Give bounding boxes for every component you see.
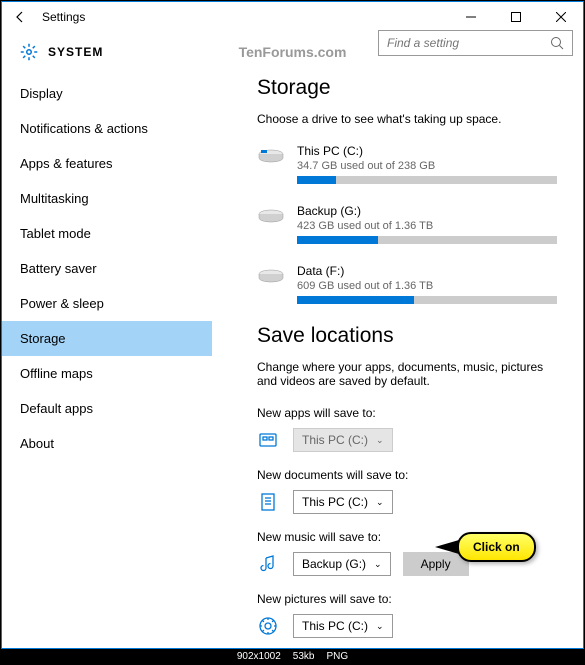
- sidebar-item-power-sleep[interactable]: Power & sleep: [2, 286, 212, 321]
- search-box[interactable]: [378, 30, 573, 56]
- dropdown-value: Backup (G:): [302, 557, 366, 571]
- chevron-down-icon: ⌄: [376, 621, 384, 632]
- apps-icon: [257, 429, 279, 451]
- drive-used: 34.7 GB used out of 238 GB: [297, 160, 563, 172]
- close-button[interactable]: [538, 2, 583, 32]
- drive-used: 609 GB used out of 1.36 TB: [297, 280, 563, 292]
- search-icon: [550, 36, 564, 50]
- sidebar-item-default-apps[interactable]: Default apps: [2, 391, 212, 426]
- save-dropdown[interactable]: This PC (C:) ⌄: [293, 490, 393, 514]
- save-desc: Change where your apps, documents, music…: [257, 360, 563, 388]
- back-button[interactable]: [10, 7, 30, 27]
- drive-row[interactable]: Data (F:) 609 GB used out of 1.36 TB: [257, 264, 563, 304]
- storage-heading: Storage: [257, 76, 563, 100]
- sidebar-item-apps-features[interactable]: Apps & features: [2, 146, 212, 181]
- chevron-down-icon: ⌄: [376, 497, 384, 508]
- save-heading: Save locations: [257, 324, 563, 348]
- footer-size: 53kb: [293, 651, 315, 662]
- music-icon: [257, 553, 279, 575]
- window-title: Settings: [42, 10, 85, 24]
- save-dropdown[interactable]: Backup (G:) ⌄: [293, 552, 391, 576]
- sidebar-item-multitasking[interactable]: Multitasking: [2, 181, 212, 216]
- save-label: New apps will save to:: [257, 406, 563, 420]
- sidebar-item-display[interactable]: Display: [2, 76, 212, 111]
- storage-desc: Choose a drive to see what's taking up s…: [257, 112, 563, 126]
- drive-used: 423 GB used out of 1.36 TB: [297, 220, 563, 232]
- sidebar-item-storage[interactable]: Storage: [2, 321, 212, 356]
- sidebar-item-about[interactable]: About: [2, 426, 212, 461]
- dropdown-value: This PC (C:): [302, 619, 368, 633]
- drive-name: Data (F:): [297, 264, 563, 278]
- maximize-button[interactable]: [493, 2, 538, 32]
- minimize-button[interactable]: [448, 2, 493, 32]
- save-label: New pictures will save to:: [257, 592, 563, 606]
- titlebar: Settings: [2, 2, 583, 32]
- docs-icon: [257, 491, 279, 513]
- watermark: TenForums.com: [239, 44, 347, 60]
- gear-icon: [20, 43, 38, 61]
- sidebar-item-offline-maps[interactable]: Offline maps: [2, 356, 212, 391]
- sidebar-item-notifications-actions[interactable]: Notifications & actions: [2, 111, 212, 146]
- pics-icon: [257, 615, 279, 637]
- drive-icon: [257, 207, 285, 225]
- drive-icon: [257, 267, 285, 285]
- footer-type: PNG: [326, 651, 348, 662]
- sidebar-item-battery-saver[interactable]: Battery saver: [2, 251, 212, 286]
- sidebar-item-tablet-mode[interactable]: Tablet mode: [2, 216, 212, 251]
- save-row: New documents will save to: This PC (C:) ⌄: [257, 468, 563, 514]
- drive-icon: [257, 147, 285, 165]
- content: Storage Choose a drive to see what's tak…: [212, 72, 583, 648]
- sidebar: DisplayNotifications & actionsApps & fea…: [2, 72, 212, 648]
- chevron-down-icon: ⌄: [374, 559, 382, 570]
- save-label: New documents will save to:: [257, 468, 563, 482]
- drive-bar: [297, 296, 557, 304]
- chevron-down-icon: ⌄: [376, 435, 384, 446]
- section-title: SYSTEM: [48, 45, 103, 59]
- drive-bar: [297, 236, 557, 244]
- drive-name: This PC (C:): [297, 144, 563, 158]
- drive-name: Backup (G:): [297, 204, 563, 218]
- footer-dims: 902x1002: [237, 651, 281, 662]
- save-row: New music will save to:Backup (G:)⌄Apply…: [257, 530, 563, 576]
- dropdown-value: This PC (C:): [302, 433, 368, 447]
- drive-row[interactable]: This PC (C:) 34.7 GB used out of 238 GB: [257, 144, 563, 184]
- drive-bar: [297, 176, 557, 184]
- save-dropdown: This PC (C:) ⌄: [293, 428, 393, 452]
- save-row: New pictures will save to: This PC (C:) ⌄: [257, 592, 563, 638]
- footer: 902x1002 53kb PNG: [1, 649, 584, 663]
- save-dropdown[interactable]: This PC (C:) ⌄: [293, 614, 393, 638]
- dropdown-value: This PC (C:): [302, 495, 368, 509]
- callout: Click on: [457, 532, 536, 562]
- drive-row[interactable]: Backup (G:) 423 GB used out of 1.36 TB: [257, 204, 563, 244]
- save-row: New apps will save to: This PC (C:) ⌄: [257, 406, 563, 452]
- search-input[interactable]: [387, 36, 550, 50]
